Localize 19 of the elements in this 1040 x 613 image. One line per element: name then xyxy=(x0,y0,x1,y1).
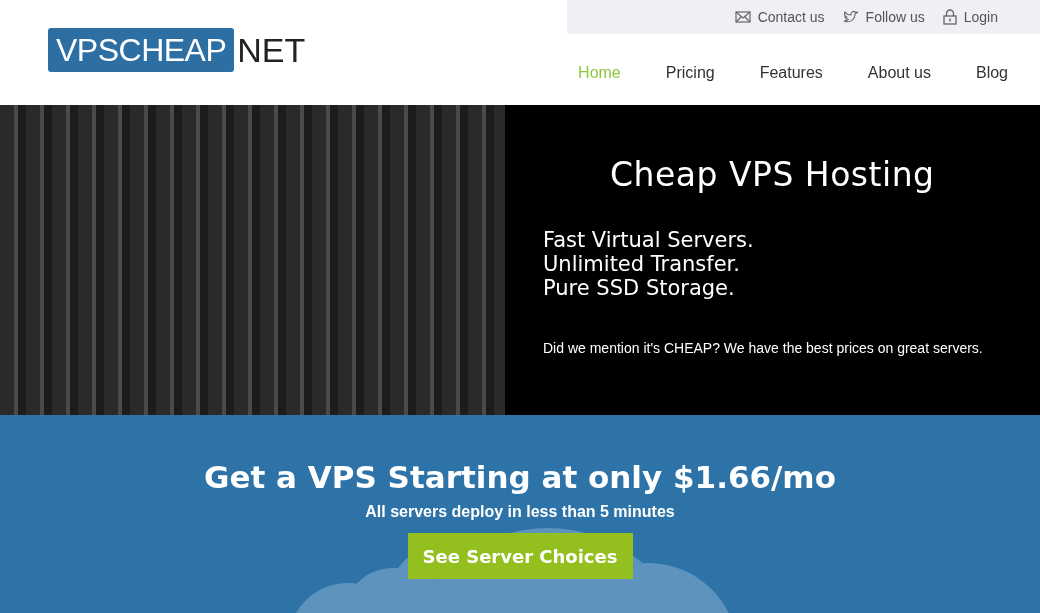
logo-badge[interactable]: VPSCHEAP xyxy=(48,28,235,72)
hero-note: Did we mention it's CHEAP? We have the best prices on great servers. xyxy=(543,340,984,356)
lock-icon xyxy=(942,9,957,25)
nav-link[interactable]: Blog xyxy=(930,58,1008,88)
feature-line: Unlimited Transfer. xyxy=(543,252,741,276)
promo-headline: Get a VPS Starting at only $1.66/mo xyxy=(204,459,836,495)
mail-icon xyxy=(734,10,751,24)
feature-line: Pure SSD Storage. xyxy=(543,276,736,300)
logo-text[interactable]: NET xyxy=(237,30,306,70)
bird-icon xyxy=(842,10,859,24)
hero-title: Cheap VPS Hosting xyxy=(610,155,936,194)
top-link[interactable]: Login xyxy=(942,9,998,25)
top-link[interactable]: Contact us xyxy=(734,9,825,25)
feature-line: Fast Virtual Servers. xyxy=(543,228,755,252)
nav-link[interactable]: Pricing xyxy=(620,58,715,88)
nav-link[interactable]: About us xyxy=(822,58,931,88)
top-link[interactable]: Follow us xyxy=(842,9,925,25)
promo-subline: All servers deploy in less than 5 minutes xyxy=(365,503,675,521)
nav-link[interactable]: Features xyxy=(714,58,823,88)
